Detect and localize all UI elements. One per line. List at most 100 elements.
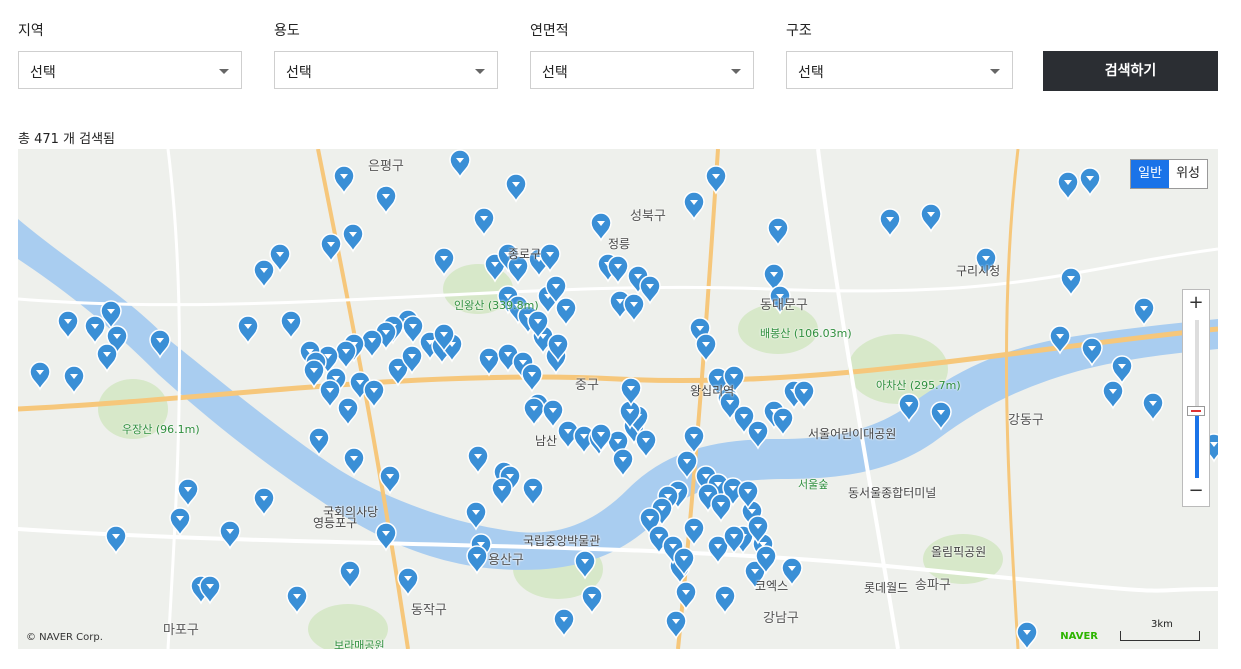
map-marker[interactable] bbox=[433, 247, 455, 277]
map-marker[interactable] bbox=[96, 343, 118, 373]
usage-label: 용도 bbox=[274, 23, 300, 39]
place-label: 남산 bbox=[535, 434, 558, 448]
district-label: 성북구 bbox=[630, 209, 666, 224]
zoom-handle[interactable] bbox=[1187, 406, 1205, 416]
map-marker[interactable] bbox=[1111, 355, 1133, 385]
map-marker[interactable] bbox=[705, 165, 727, 195]
map-marker[interactable] bbox=[772, 407, 794, 437]
place-label: 코엑스 bbox=[755, 579, 789, 593]
map-marker[interactable] bbox=[337, 397, 359, 427]
map-marker[interactable] bbox=[84, 315, 106, 345]
map-marker[interactable] bbox=[714, 585, 736, 615]
map-marker[interactable] bbox=[333, 165, 355, 195]
map-marker[interactable] bbox=[555, 297, 577, 327]
map-marker[interactable] bbox=[286, 585, 308, 615]
zoom-out-button[interactable]: − bbox=[1183, 480, 1209, 504]
place-label: 서울어린이대공원 bbox=[808, 427, 897, 441]
structure-select-value: 선택 bbox=[798, 65, 824, 81]
search-button[interactable]: 검색하기 bbox=[1043, 51, 1218, 91]
map-view[interactable]: 은평구 성북구 중구 동대문구 강동구 동작구 강남구 송파구 영등포구 마포구… bbox=[18, 149, 1218, 649]
district-label: 중구 bbox=[575, 378, 599, 393]
map-marker[interactable] bbox=[467, 445, 489, 475]
map-marker[interactable] bbox=[710, 493, 732, 523]
map-marker[interactable] bbox=[339, 560, 361, 590]
map-marker[interactable] bbox=[920, 203, 942, 233]
region-select[interactable]: 선택 bbox=[18, 51, 242, 89]
map-marker[interactable] bbox=[219, 520, 241, 550]
map-type-toggle[interactable]: 일반 위성 bbox=[1130, 159, 1208, 189]
place-label: 정릉 bbox=[608, 237, 631, 251]
map-marker[interactable] bbox=[1079, 167, 1101, 197]
map-marker[interactable] bbox=[335, 340, 357, 370]
map-marker[interactable] bbox=[620, 377, 642, 407]
place-label: 국립중앙박물관 bbox=[523, 534, 601, 548]
map-marker[interactable] bbox=[375, 185, 397, 215]
map-marker[interactable] bbox=[57, 310, 79, 340]
area-select[interactable]: 선택 bbox=[530, 51, 754, 89]
chevron-down-icon bbox=[731, 69, 741, 74]
map-marker[interactable] bbox=[342, 223, 364, 253]
map-marker[interactable] bbox=[29, 361, 51, 391]
map-marker[interactable] bbox=[1060, 267, 1082, 297]
structure-select[interactable]: 선택 bbox=[786, 51, 1013, 89]
map-type-normal[interactable]: 일반 bbox=[1131, 160, 1170, 188]
chevron-down-icon bbox=[990, 69, 1000, 74]
map-marker[interactable] bbox=[505, 173, 527, 203]
map-marker[interactable] bbox=[635, 429, 657, 459]
zoom-control: + − bbox=[1182, 289, 1210, 507]
place-label: 국회의사당 bbox=[323, 505, 379, 519]
map-marker[interactable] bbox=[521, 363, 543, 393]
map-marker[interactable] bbox=[695, 333, 717, 363]
place-label: 인왕산 (339.8m) bbox=[454, 299, 539, 312]
district-label: 은평구 bbox=[368, 159, 404, 174]
district-label: 마포구 bbox=[163, 623, 199, 638]
map-marker[interactable] bbox=[1016, 621, 1038, 649]
map-marker[interactable] bbox=[553, 608, 575, 638]
map-marker[interactable] bbox=[1057, 171, 1079, 201]
map-marker[interactable] bbox=[1133, 297, 1155, 327]
map-marker[interactable] bbox=[665, 610, 687, 640]
place-label: 올림픽공원 bbox=[931, 545, 987, 559]
map-marker[interactable] bbox=[1102, 380, 1124, 410]
map-marker[interactable] bbox=[280, 310, 302, 340]
map-marker[interactable] bbox=[522, 477, 544, 507]
map-marker[interactable] bbox=[581, 585, 603, 615]
map-marker[interactable] bbox=[466, 545, 488, 575]
map-marker[interactable] bbox=[253, 259, 275, 289]
map-marker[interactable] bbox=[105, 525, 127, 555]
place-label: 구리시청 bbox=[956, 264, 1001, 278]
map-marker[interactable] bbox=[343, 447, 365, 477]
map-marker[interactable] bbox=[473, 207, 495, 237]
map-marker[interactable] bbox=[308, 427, 330, 457]
map-type-satellite[interactable]: 위성 bbox=[1169, 160, 1207, 188]
map-marker[interactable] bbox=[303, 359, 325, 389]
result-count: 총 471 개 검색됨 bbox=[18, 132, 116, 147]
map-marker[interactable] bbox=[607, 255, 629, 285]
map-marker[interactable] bbox=[177, 478, 199, 508]
map-marker[interactable] bbox=[361, 329, 383, 359]
map-marker[interactable] bbox=[449, 149, 471, 179]
place-label: 왕십리역 bbox=[690, 384, 735, 398]
chevron-down-icon bbox=[475, 69, 485, 74]
map-marker[interactable] bbox=[623, 293, 645, 323]
map-marker[interactable] bbox=[237, 315, 259, 345]
area-select-value: 선택 bbox=[542, 65, 568, 81]
map-marker[interactable] bbox=[683, 191, 705, 221]
map-marker[interactable] bbox=[478, 347, 500, 377]
usage-select[interactable]: 선택 bbox=[274, 51, 498, 89]
district-label: 용산구 bbox=[488, 553, 524, 568]
map-marker[interactable] bbox=[612, 448, 634, 478]
place-label: 우장산 (96.1m) bbox=[122, 423, 200, 436]
map-marker[interactable] bbox=[879, 208, 901, 238]
map-marker[interactable] bbox=[253, 487, 275, 517]
zoom-in-button[interactable]: + bbox=[1183, 292, 1209, 316]
map-marker[interactable] bbox=[1142, 392, 1164, 422]
map-marker[interactable] bbox=[767, 217, 789, 247]
map-marker[interactable] bbox=[319, 379, 341, 409]
map-marker[interactable] bbox=[491, 477, 513, 507]
map-scale-bar: 3km bbox=[1120, 619, 1200, 641]
map-marker[interactable] bbox=[542, 399, 564, 429]
map-marker[interactable] bbox=[63, 365, 85, 395]
map-marker[interactable] bbox=[523, 397, 545, 427]
map-marker[interactable] bbox=[675, 581, 697, 611]
